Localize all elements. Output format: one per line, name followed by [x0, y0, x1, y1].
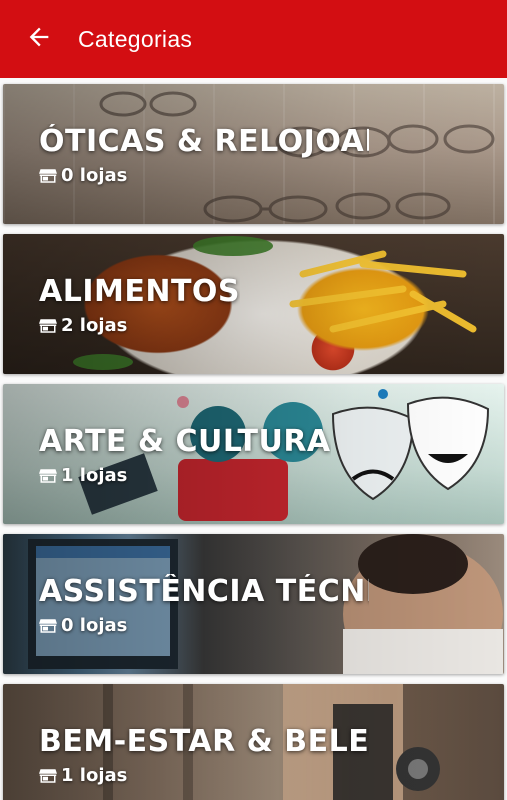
category-store-count: 0 lojas [39, 615, 127, 636]
category-card-oticas[interactable]: ÓTICAS & RELOJOARIA 0 lojas [3, 84, 504, 224]
category-title: ÓTICAS & RELOJOARIA [39, 124, 369, 159]
category-store-count: 2 lojas [39, 315, 127, 336]
store-icon [39, 318, 57, 334]
store-icon [39, 768, 57, 784]
store-icon [39, 618, 57, 634]
category-title: ARTE & CULTURA [39, 424, 331, 459]
category-store-count: 1 lojas [39, 465, 127, 486]
category-title: ALIMENTOS [39, 274, 241, 309]
category-title: ASSISTÊNCIA TÉCNI [39, 574, 369, 609]
store-count-label: 1 lojas [61, 465, 128, 486]
store-count-label: 2 lojas [61, 315, 128, 336]
store-count-label: 0 lojas [61, 615, 128, 636]
arrow-left-icon [25, 23, 53, 55]
category-card-arte[interactable]: ARTE & CULTURA 1 lojas [3, 384, 504, 524]
back-button[interactable] [0, 0, 78, 78]
category-store-count: 1 lojas [39, 765, 127, 786]
store-icon [39, 468, 57, 484]
category-card-assistencia[interactable]: ASSISTÊNCIA TÉCNI 0 lojas [3, 534, 504, 674]
page-title: Categorias [78, 25, 193, 52]
category-title: BEM-ESTAR & BELEZA [39, 724, 369, 759]
app-bar: Categorias [0, 0, 507, 78]
category-card-alimentos[interactable]: ALIMENTOS 2 lojas [3, 234, 504, 374]
category-store-count: 0 lojas [39, 165, 127, 186]
category-card-bem-estar[interactable]: BEM-ESTAR & BELEZA 1 lojas [3, 684, 504, 800]
store-count-label: 1 lojas [61, 765, 128, 786]
store-count-label: 0 lojas [61, 165, 128, 186]
store-icon [39, 168, 57, 184]
